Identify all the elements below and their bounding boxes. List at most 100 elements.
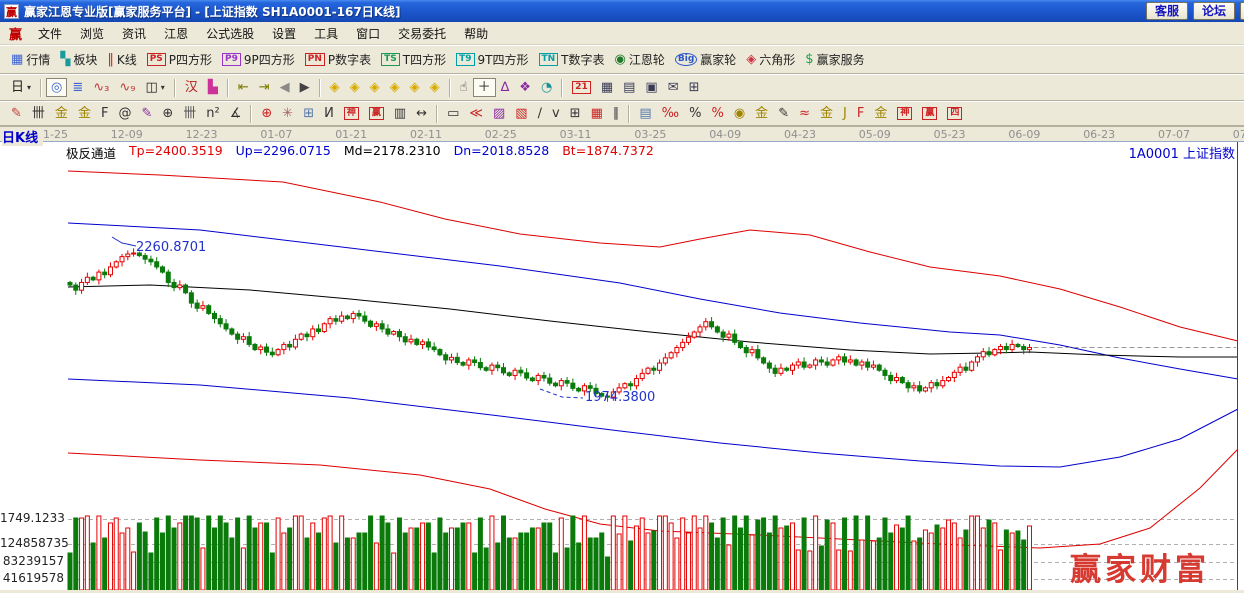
nav-first-button[interactable]: ⇤ [233,78,254,97]
trend-line-button[interactable]: ∕ [533,104,547,123]
period-day-dropdown-button[interactable]: 日 ▾ [6,78,36,97]
save-button[interactable]: ▣ [640,78,662,97]
parallel-lines-button[interactable]: ∥ [608,104,625,123]
menu-news[interactable]: 资讯 [113,23,155,44]
star-web-button[interactable]: ✳ [277,104,298,123]
circle-cross-button[interactable]: ⊕ [256,104,277,123]
hand-pan-button[interactable]: ☝ [455,78,473,97]
calculator-button[interactable]: ▦ [596,78,618,97]
gann-wheel-button[interactable]: ◉ 江恩轮 [610,49,670,70]
nav-last-button[interactable]: ⇥ [254,78,275,97]
time-circle-button[interactable]: ⊕ [157,104,178,123]
diamond-compress-button[interactable]: ◈ [385,78,405,97]
spiral-button[interactable]: @ [113,104,136,123]
gold-angle-button[interactable]: 金 [815,104,838,123]
customer-service-button[interactable]: 客服 [1145,2,1188,20]
f-angle-button[interactable]: F [852,104,869,123]
fan-box-red-button[interactable]: ▧ [510,104,532,123]
minute-chart-9-button[interactable]: ∿₉ [114,78,140,97]
diamond-shift-right-button[interactable]: ◈ [345,78,365,97]
si-angle-button[interactable]: 四 [942,105,967,122]
zigzag-button[interactable]: v [547,104,565,123]
gann-ticks-button[interactable]: 卌 [27,104,50,123]
home-button-clipped[interactable]: 主 [1239,2,1244,20]
gold-rail-1-button[interactable]: 金 [50,104,73,123]
diamond-expand-h-button[interactable]: ◈ [365,78,385,97]
f-rail-button[interactable]: F [96,104,113,123]
angle-pin-button[interactable]: ∆ [496,78,515,97]
menu-view[interactable]: 浏览 [71,23,113,44]
notepad-button[interactable]: ▤ [618,78,640,97]
menu-gann[interactable]: 江恩 [155,23,197,44]
hexagon-button[interactable]: ◈ 六角形 [741,49,800,70]
gold-angle-2-button[interactable]: 金 [869,104,892,123]
percent-7-button[interactable]: ‰ [657,104,684,123]
nav-prev-button[interactable]: ◀ [275,78,295,97]
forum-button[interactable]: 论坛 [1192,2,1235,20]
p-square-button[interactable]: PS P四方形 [142,49,217,70]
gold-rail-2-button[interactable]: 金 [73,104,96,123]
menu-tools[interactable]: 工具 [305,23,347,44]
gold-lines-button[interactable]: 金 [750,104,773,123]
menu-settings[interactable]: 设置 [263,23,305,44]
crop-box-button[interactable]: ▭ [442,104,464,123]
profile-histogram-button[interactable]: ▙ [203,78,223,97]
nav-next-button[interactable]: ▶ [295,78,315,97]
minute-chart-3-button[interactable]: ∿₃ [88,78,114,97]
n-squared-button[interactable]: n² [201,104,224,123]
j-angle-button[interactable]: J [838,104,852,123]
percent-line-button[interactable]: % [706,104,728,123]
crosshair-button[interactable]: ＋ [472,78,496,97]
ying-angle-button[interactable]: 赢 [917,105,942,122]
diamond-fit-button[interactable]: ◈ [425,78,445,97]
wave-mark-button[interactable]: И [319,104,339,123]
menu-formula-picker[interactable]: 公式选股 [197,23,263,44]
diamond-shift-left-button[interactable]: ◈ [325,78,345,97]
t-square-button[interactable]: TS T四方形 [376,49,451,70]
grid-red-icon: ▦ [590,106,603,121]
region-zoom-button[interactable]: ◎ [46,78,68,97]
printer-button[interactable]: ⊞ [684,78,705,97]
p-number-table-button[interactable]: PN P数字表 [300,49,376,70]
winner-service-button[interactable]: $ 赢家服务 [800,49,869,70]
cycle-ring-button[interactable]: ◔ [536,78,557,97]
han-frame-button[interactable]: 汉 [180,78,203,97]
grid-small-button[interactable]: ⊞ [565,104,586,123]
winner-wheel-button[interactable]: Big 赢家轮 [670,49,741,70]
menu-help[interactable]: 帮助 [455,23,497,44]
fan-red-button[interactable]: ≪ [464,104,488,123]
f10-info-button[interactable]: ≣ [67,78,88,97]
shen-tool-button[interactable]: 神 [339,105,364,122]
quotes-button[interactable]: ▦ 行情 [6,49,55,70]
web-grid-button[interactable]: ⊞ [298,104,319,123]
t-number-table-button[interactable]: TN T数字表 [534,49,610,70]
menu-trade[interactable]: 交易委托 [389,23,455,44]
sectors-button[interactable]: ▚ 板块 [55,49,102,70]
menu-file[interactable]: 文件 [29,23,71,44]
candle-style-dropdown-button[interactable]: ◫ ▾ [141,78,170,97]
angle-measure-button[interactable]: ∡ [225,104,247,123]
fan-box-purple-button[interactable]: ▨ [488,104,510,123]
span-arrows-button[interactable]: ↔ [411,104,432,123]
gold-circle-button[interactable]: ◉ [729,104,750,123]
kline-button[interactable]: ‖ K线 [102,49,141,70]
tick-ruler-button[interactable]: 卌 [178,104,201,123]
gann-flower-button[interactable]: ❖ [514,78,536,97]
diamond-expand-all-button[interactable]: ◈ [405,78,425,97]
grid-red-button[interactable]: ▦ [586,104,608,123]
9t-square-button[interactable]: T9 9T四方形 [451,49,533,70]
kline-chart[interactable] [0,142,1244,593]
pen-angle-button[interactable]: ✎ [136,104,157,123]
flag-pen-button[interactable]: ✎ [773,104,794,123]
9p-square-button[interactable]: P9 9P四方形 [217,49,300,70]
stats-table-button[interactable]: ▤ [634,104,656,123]
percent-button[interactable]: % [684,104,706,123]
brush-red-button[interactable]: ✎ [6,104,27,123]
wave-tool-button[interactable]: ≈ [794,104,815,123]
ruler-123-button[interactable]: ▥ [389,104,411,123]
export-web-button[interactable]: ✉ [663,78,684,97]
calendar-button[interactable]: 21 [567,79,596,96]
shen-angle-button[interactable]: 神 [892,105,917,122]
ying-tool-button[interactable]: 赢 [364,105,389,122]
menu-window[interactable]: 窗口 [347,23,389,44]
